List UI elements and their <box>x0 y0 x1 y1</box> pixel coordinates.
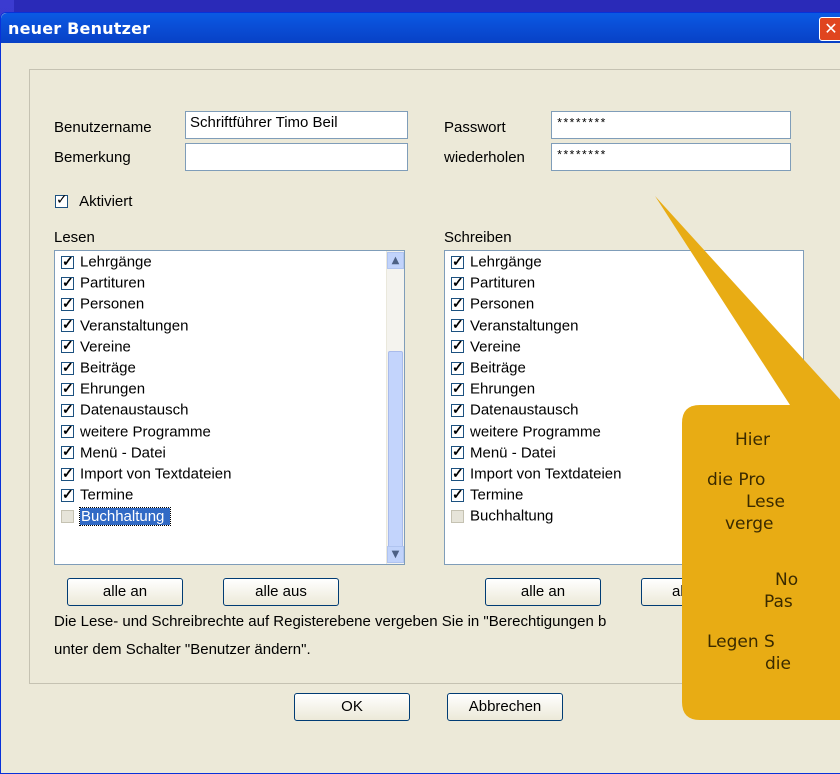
callout-line: No <box>775 570 799 590</box>
callout-line: Lese <box>746 492 785 512</box>
callout-line: Pas <box>764 592 793 612</box>
callout-line: Legen S <box>707 632 775 652</box>
callout-line: die <box>765 654 791 674</box>
callout-line: die Pro <box>707 470 766 490</box>
callout-line: verge <box>725 514 774 534</box>
callout-line: Hier <box>735 430 770 450</box>
